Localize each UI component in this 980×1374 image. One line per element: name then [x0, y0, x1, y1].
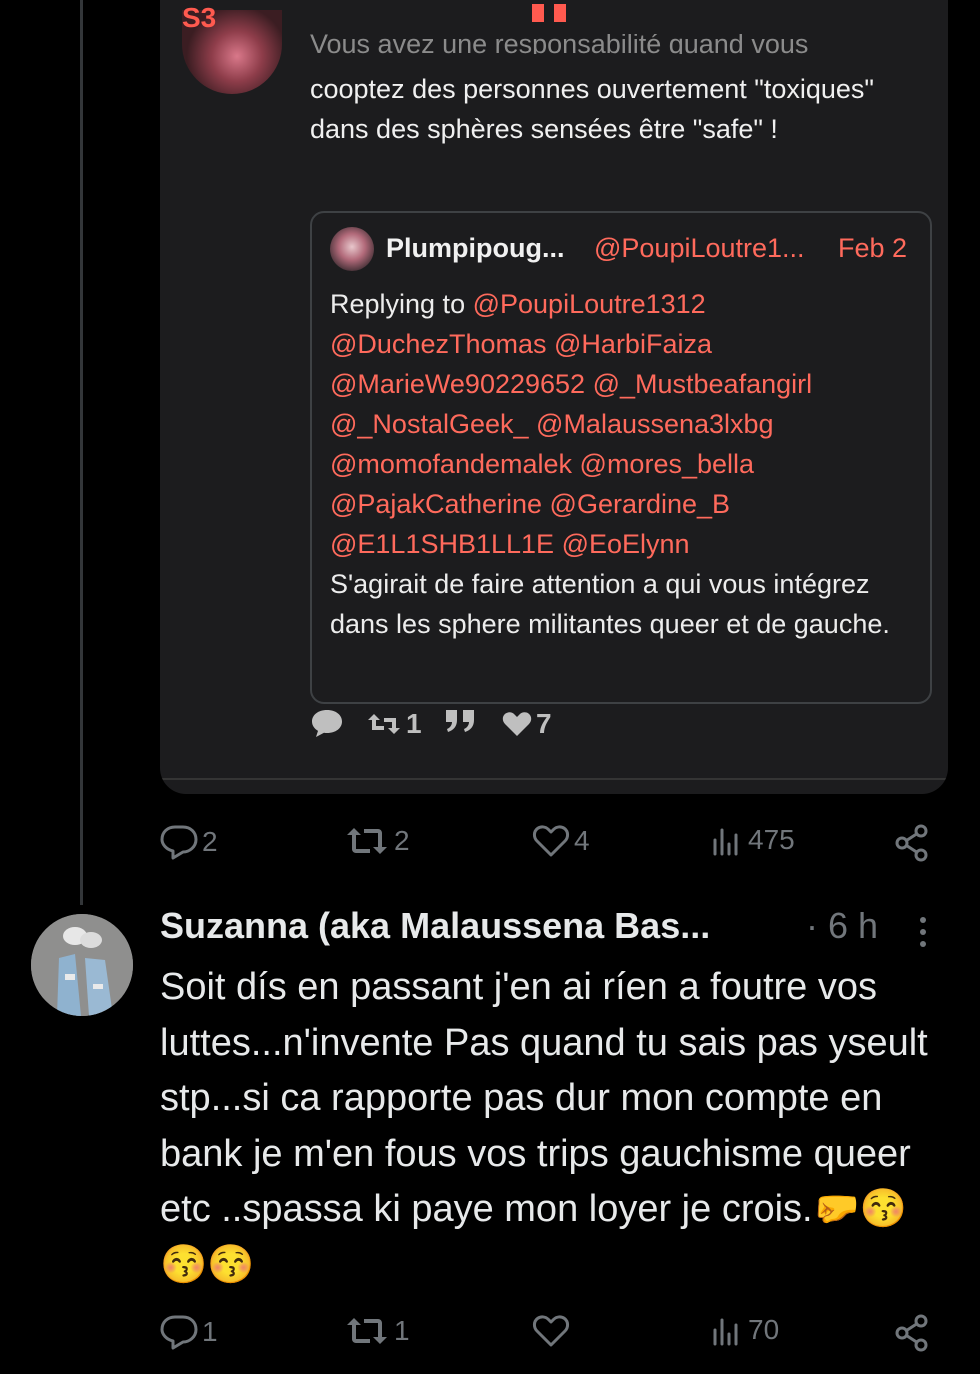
mention[interactable]: @Gerardine_B	[550, 489, 731, 519]
quoted-screenshot-card[interactable]: S3 Vous avez une responsabilité quand vo…	[160, 0, 948, 794]
reply-button[interactable]: 1	[160, 1314, 218, 1350]
views-button[interactable]: 70	[712, 1314, 779, 1346]
reply-action[interactable]	[310, 708, 344, 738]
thread-line	[80, 0, 83, 905]
share-button[interactable]	[894, 824, 930, 862]
like-icon	[532, 825, 570, 857]
more-icon[interactable]	[920, 917, 928, 957]
cut-off-text: Vous avez une responsabilité quand vous	[310, 34, 809, 54]
mention[interactable]: @mores_bella	[580, 449, 755, 479]
inner-quote-tweet[interactable]: Plumpipoug... @PoupiLoutre1... Feb 2 Rep…	[310, 211, 932, 704]
views-icon	[713, 828, 738, 856]
quoted-tweet-actions: 1 7	[310, 708, 910, 748]
share-icon	[895, 824, 928, 862]
views-button[interactable]: 475	[712, 824, 795, 856]
mention[interactable]: @EoElynn	[562, 529, 690, 559]
retweet-count: 1	[394, 1315, 410, 1346]
like-count: 4	[574, 825, 590, 856]
retweet-button[interactable]: 1	[344, 1314, 410, 1348]
inner-quote-name: Plumpipoug...	[386, 233, 565, 263]
mention[interactable]: @momofandemalek	[330, 449, 572, 479]
quoted-tweet-body: cooptez des personnes ouvertement "toxiq…	[310, 74, 875, 144]
reply-action-bar: 1 1 70	[160, 1314, 940, 1354]
mention[interactable]: @_NostalGeek_	[330, 409, 529, 439]
share-button[interactable]	[894, 1314, 930, 1352]
reply-author-avatar[interactable]	[31, 914, 133, 1016]
retweet-icon	[347, 828, 387, 854]
retweet-count: 2	[394, 825, 410, 856]
divider	[160, 778, 948, 780]
like-icon	[502, 712, 532, 736]
reply-icon	[160, 1315, 198, 1350]
mention[interactable]: @PoupiLoutre1312	[473, 289, 706, 319]
mention[interactable]: @PajakCatherine	[330, 489, 542, 519]
retweet-icon	[347, 1318, 387, 1344]
quote-icon	[446, 710, 474, 732]
reply-header: Suzanna (aka Malaussena Bas... · 6 h	[160, 905, 950, 957]
inner-quote-text: S'agirait de faire attention a qui vous …	[330, 569, 890, 639]
replying-to-label: Replying to	[330, 289, 466, 319]
reply-button[interactable]: 2	[160, 824, 218, 860]
reply-count: 2	[202, 826, 218, 857]
mention[interactable]: @DuchezThomas	[330, 329, 547, 359]
inner-quote-body: Replying to @PoupiLoutre1312 @DuchezThom…	[330, 284, 920, 644]
inner-quote-avatar	[330, 227, 374, 271]
reply-icon	[312, 710, 342, 737]
like-count: 7	[536, 708, 552, 739]
share-icon	[895, 1314, 928, 1352]
retweet-icon	[368, 714, 400, 734]
mention[interactable]: @Malaussena3lxbg	[536, 409, 774, 439]
views-icon	[713, 1318, 738, 1346]
retweet-action[interactable]: 1	[366, 708, 422, 740]
reply-count: 1	[202, 1316, 218, 1347]
inner-quote-date: Feb 2	[838, 233, 908, 263]
brand-mark-icon	[532, 4, 568, 22]
avatar-image	[31, 914, 133, 1016]
like-action[interactable]: 7	[502, 708, 552, 740]
view-count: 70	[748, 1314, 780, 1345]
mention[interactable]: @MarieWe90229652	[330, 369, 585, 399]
mention[interactable]: @HarbiFaiza	[554, 329, 712, 359]
like-icon	[532, 1315, 570, 1347]
mention[interactable]: @_Mustbeafangirl	[593, 369, 813, 399]
reply-text: Soit dís en passant j'en ai ríen a foutr…	[160, 966, 928, 1286]
reply-author-name[interactable]: Suzanna (aka Malaussena Bas...	[160, 905, 710, 947]
reply-icon	[160, 825, 198, 860]
reply-timestamp[interactable]: · 6 h	[806, 905, 878, 947]
tweet-action-bar: 2 2 4 475	[160, 824, 940, 864]
brand-logo: S3	[182, 2, 217, 33]
retweet-button[interactable]: 2	[344, 824, 410, 858]
like-button[interactable]: 4	[532, 824, 590, 858]
view-count: 475	[748, 824, 795, 855]
like-button[interactable]	[532, 1314, 574, 1348]
inner-quote-handle: @PoupiLoutre1...	[594, 233, 805, 263]
quote-action[interactable]	[444, 708, 476, 734]
retweet-count: 1	[406, 708, 422, 739]
mention[interactable]: @E1L1SHB1LL1E	[330, 529, 554, 559]
